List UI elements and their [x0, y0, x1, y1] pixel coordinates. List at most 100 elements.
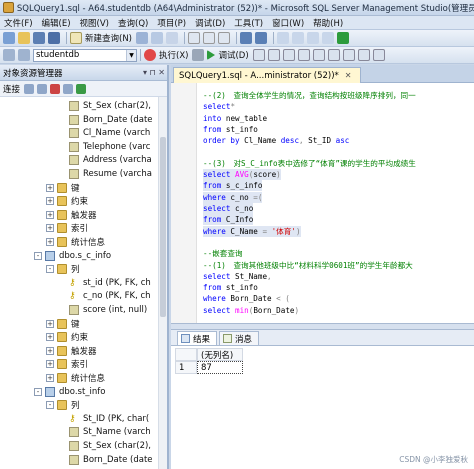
execute-button[interactable]: 执行(X): [159, 49, 188, 61]
tree-item[interactable]: - dbo.st_info: [34, 385, 106, 399]
tree-item[interactable]: score (int, null): [69, 303, 147, 317]
database-query-icon[interactable]: [136, 32, 148, 44]
tree-item[interactable]: + 索引: [46, 357, 88, 371]
results-to-file-icon[interactable]: [327, 49, 340, 61]
find-icon[interactable]: [277, 32, 289, 44]
tree-item[interactable]: - dbo.s_c_info: [34, 249, 111, 263]
expand-icon[interactable]: +: [46, 183, 54, 192]
column-header[interactable]: (无列名): [197, 348, 243, 361]
connect-object-icon[interactable]: [24, 83, 35, 94]
tree-item[interactable]: -列: [46, 262, 80, 276]
collapse-icon[interactable]: -: [46, 401, 54, 410]
cut-icon[interactable]: [188, 32, 200, 44]
tree-item[interactable]: St_Sex (char(2),: [69, 439, 151, 453]
debug-button[interactable]: 调试(D): [218, 49, 248, 61]
tree-item[interactable]: Address (varcha: [69, 153, 152, 167]
tree-item[interactable]: + 统计信息: [46, 235, 105, 249]
menu-item[interactable]: 文件(F): [4, 17, 33, 29]
query-designer-icon[interactable]: [282, 49, 295, 61]
sql-editor[interactable]: --(2) 查询全体学生的情况，查询结构按班级降序排列，同一 select* int…: [171, 83, 474, 323]
change-connection-icon[interactable]: [18, 49, 30, 61]
close-icon[interactable]: ✕: [345, 71, 352, 80]
expand-icon[interactable]: +: [46, 210, 54, 219]
results-to-grid-icon[interactable]: [312, 49, 325, 61]
tree-item[interactable]: ⚷ st_id (PK, FK, ch: [69, 276, 151, 290]
new-query-button[interactable]: 新建查询(N): [85, 32, 132, 44]
filter-icon[interactable]: [63, 83, 74, 94]
analysis-query-icon[interactable]: [151, 32, 163, 44]
new-project-icon[interactable]: [3, 32, 15, 44]
menu-item[interactable]: 项目(P): [157, 17, 186, 29]
menu-item[interactable]: 视图(V): [80, 17, 109, 29]
menu-item[interactable]: 编辑(E): [42, 17, 71, 29]
menu-item[interactable]: 帮助(H): [313, 17, 343, 29]
row-number[interactable]: 1: [175, 361, 197, 374]
results-grid[interactable]: (无列名) 1 87: [171, 346, 474, 469]
tab-results[interactable]: 结果: [177, 331, 218, 345]
menu-item[interactable]: 调试(D): [195, 17, 225, 29]
expand-icon[interactable]: +: [46, 374, 54, 382]
tree-item[interactable]: + 索引: [46, 221, 88, 235]
expand-icon[interactable]: +: [46, 238, 54, 246]
pin-icon[interactable]: ▾ ⊓ ✕: [143, 68, 165, 77]
undo-icon[interactable]: [240, 32, 252, 44]
tab-messages[interactable]: 消息: [219, 331, 260, 345]
save-icon[interactable]: [33, 32, 45, 44]
save-all-icon[interactable]: [48, 32, 60, 44]
tree-item[interactable]: + 统计信息: [46, 371, 105, 385]
start-icon[interactable]: [337, 32, 349, 44]
toolbox-icon[interactable]: [322, 32, 334, 44]
tree-item[interactable]: St_Sex (char(2),: [69, 99, 151, 113]
expand-icon[interactable]: +: [46, 333, 54, 342]
tree-item[interactable]: Telephone (varc: [69, 140, 150, 154]
redo-icon[interactable]: [255, 32, 267, 44]
tree-scrollbar[interactable]: [158, 97, 167, 469]
result-cell[interactable]: 87: [197, 361, 243, 374]
tree-item[interactable]: + 键: [46, 181, 80, 195]
menu-item[interactable]: 窗口(W): [272, 17, 304, 29]
stop-icon[interactable]: [50, 83, 61, 94]
mdx-query-icon[interactable]: [166, 32, 178, 44]
collapse-icon[interactable]: -: [46, 265, 54, 274]
paste-icon[interactable]: [218, 32, 230, 44]
display-plan-icon[interactable]: [267, 49, 280, 61]
tab-sqlquery1[interactable]: SQLQuery1.sql - A...ministrator (52))* ✕: [173, 67, 361, 83]
indent-icon[interactable]: [372, 49, 385, 61]
connect-icon[interactable]: [3, 49, 15, 61]
collapse-icon[interactable]: -: [34, 251, 42, 260]
uncomment-icon[interactable]: [357, 49, 370, 61]
comment-icon[interactable]: [342, 49, 355, 61]
tree-item[interactable]: -列: [46, 398, 80, 412]
tree-item[interactable]: St_Name (varch: [69, 425, 151, 439]
tree-scrollbar-thumb[interactable]: [160, 137, 166, 317]
expand-icon[interactable]: +: [46, 224, 54, 233]
tree-item[interactable]: + 触发器: [46, 208, 97, 222]
tree-item[interactable]: ⚷ c_no (PK, FK, ch: [69, 289, 151, 303]
disconnect-icon[interactable]: [37, 83, 48, 94]
expand-icon[interactable]: +: [46, 360, 54, 369]
open-file-icon[interactable]: [18, 32, 30, 44]
expand-icon[interactable]: +: [46, 319, 54, 328]
database-select[interactable]: studentdb ▼: [33, 48, 137, 62]
tree-item[interactable]: + 键: [46, 317, 80, 331]
connect-button[interactable]: 连接: [3, 83, 20, 95]
tree-item[interactable]: Born_Date (date: [69, 453, 153, 467]
tree-item[interactable]: Resume (varcha: [69, 167, 152, 181]
menu-item[interactable]: 工具(T): [234, 17, 263, 29]
object-explorer-icon[interactable]: [307, 32, 319, 44]
expand-icon[interactable]: +: [46, 197, 54, 206]
collapse-icon[interactable]: -: [34, 387, 42, 396]
tree-item[interactable]: ⚷ St_ID (PK, char(: [69, 412, 149, 426]
results-to-text-icon[interactable]: [297, 49, 310, 61]
tree-item[interactable]: + 约束: [46, 194, 88, 208]
properties-icon[interactable]: [292, 32, 304, 44]
tree-item[interactable]: Born_Date (date: [69, 113, 153, 127]
refresh-icon[interactable]: [76, 83, 87, 94]
copy-icon[interactable]: [203, 32, 215, 44]
parse-icon[interactable]: [252, 49, 265, 61]
expand-icon[interactable]: +: [46, 346, 54, 355]
menu-item[interactable]: 查询(Q): [118, 17, 148, 29]
tree-item[interactable]: + 触发器: [46, 344, 97, 358]
cancel-query-icon[interactable]: [192, 49, 205, 61]
chevron-down-icon[interactable]: ▼: [126, 49, 136, 61]
